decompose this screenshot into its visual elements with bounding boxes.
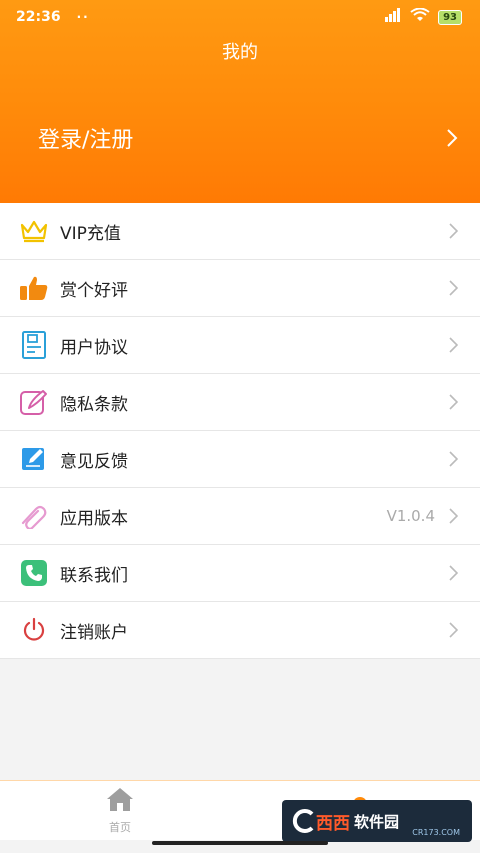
chevron-right-icon — [449, 280, 458, 296]
menu-label: 隐私条款 — [60, 394, 128, 415]
menu-label: 意见反馈 — [60, 451, 128, 472]
page-title: 我的 — [222, 42, 258, 63]
crown-icon — [18, 215, 50, 247]
chevron-right-icon — [446, 128, 458, 148]
settings-menu: VIP充值 赏个好评 用户协议 隐私条款 意见反馈 应用版本 V1.0.4 联系… — [0, 203, 480, 659]
menu-item-privacy[interactable]: 隐私条款 — [0, 374, 480, 431]
menu-item-vip[interactable]: VIP充值 — [0, 203, 480, 260]
chevron-right-icon — [449, 394, 458, 410]
watermark-main: 西西 — [316, 813, 350, 834]
status-bar: 22:36 ·· 93 — [0, 0, 480, 34]
logo-icon — [292, 809, 314, 833]
menu-item-user-agreement[interactable]: 用户协议 — [0, 317, 480, 374]
app-version-value: V1.0.4 — [386, 507, 435, 525]
menu-item-contact[interactable]: 联系我们 — [0, 545, 480, 602]
status-time: 22:36 — [16, 9, 61, 25]
menu-label: 赏个好评 — [60, 280, 128, 301]
menu-label: VIP充值 — [60, 223, 121, 244]
chevron-right-icon — [449, 508, 458, 524]
chevron-right-icon — [449, 622, 458, 638]
status-dots: ·· — [76, 10, 90, 24]
home-indicator[interactable] — [152, 841, 328, 845]
edit-icon — [18, 443, 50, 475]
watermark-url: CR173.COM — [412, 828, 460, 837]
menu-item-delete-account[interactable]: 注销账户 — [0, 602, 480, 659]
menu-label: 应用版本 — [60, 508, 128, 529]
tab-home-label: 首页 — [109, 821, 131, 834]
tab-home[interactable]: 首页 — [0, 781, 240, 840]
chevron-right-icon — [449, 337, 458, 353]
menu-item-app-version[interactable]: 应用版本 V1.0.4 — [0, 488, 480, 545]
menu-item-rate[interactable]: 赏个好评 — [0, 260, 480, 317]
login-register-label: 登录/注册 — [38, 128, 134, 153]
profile-header: 22:36 ·· 93 我的 登录/注册 — [0, 0, 480, 203]
battery-indicator: 93 — [438, 9, 462, 25]
login-register-row[interactable]: 登录/注册 — [0, 116, 480, 160]
home-icon — [105, 786, 135, 816]
phone-icon — [18, 557, 50, 589]
watermark-logo: 西西 软件园 CR173.COM — [282, 800, 472, 842]
watermark-sub: 软件园 — [354, 812, 400, 831]
chevron-right-icon — [449, 565, 458, 581]
thumbs-up-icon — [18, 272, 50, 304]
chevron-right-icon — [449, 223, 458, 239]
chevron-right-icon — [449, 451, 458, 467]
power-icon — [18, 614, 50, 646]
paperclip-icon — [18, 500, 50, 532]
wifi-icon — [410, 7, 430, 26]
signal-icon — [384, 8, 402, 26]
pen-note-icon — [18, 386, 50, 418]
menu-label: 注销账户 — [60, 622, 128, 643]
menu-item-feedback[interactable]: 意见反馈 — [0, 431, 480, 488]
menu-label: 用户协议 — [60, 337, 128, 358]
menu-label: 联系我们 — [60, 565, 128, 586]
document-icon — [18, 329, 50, 361]
